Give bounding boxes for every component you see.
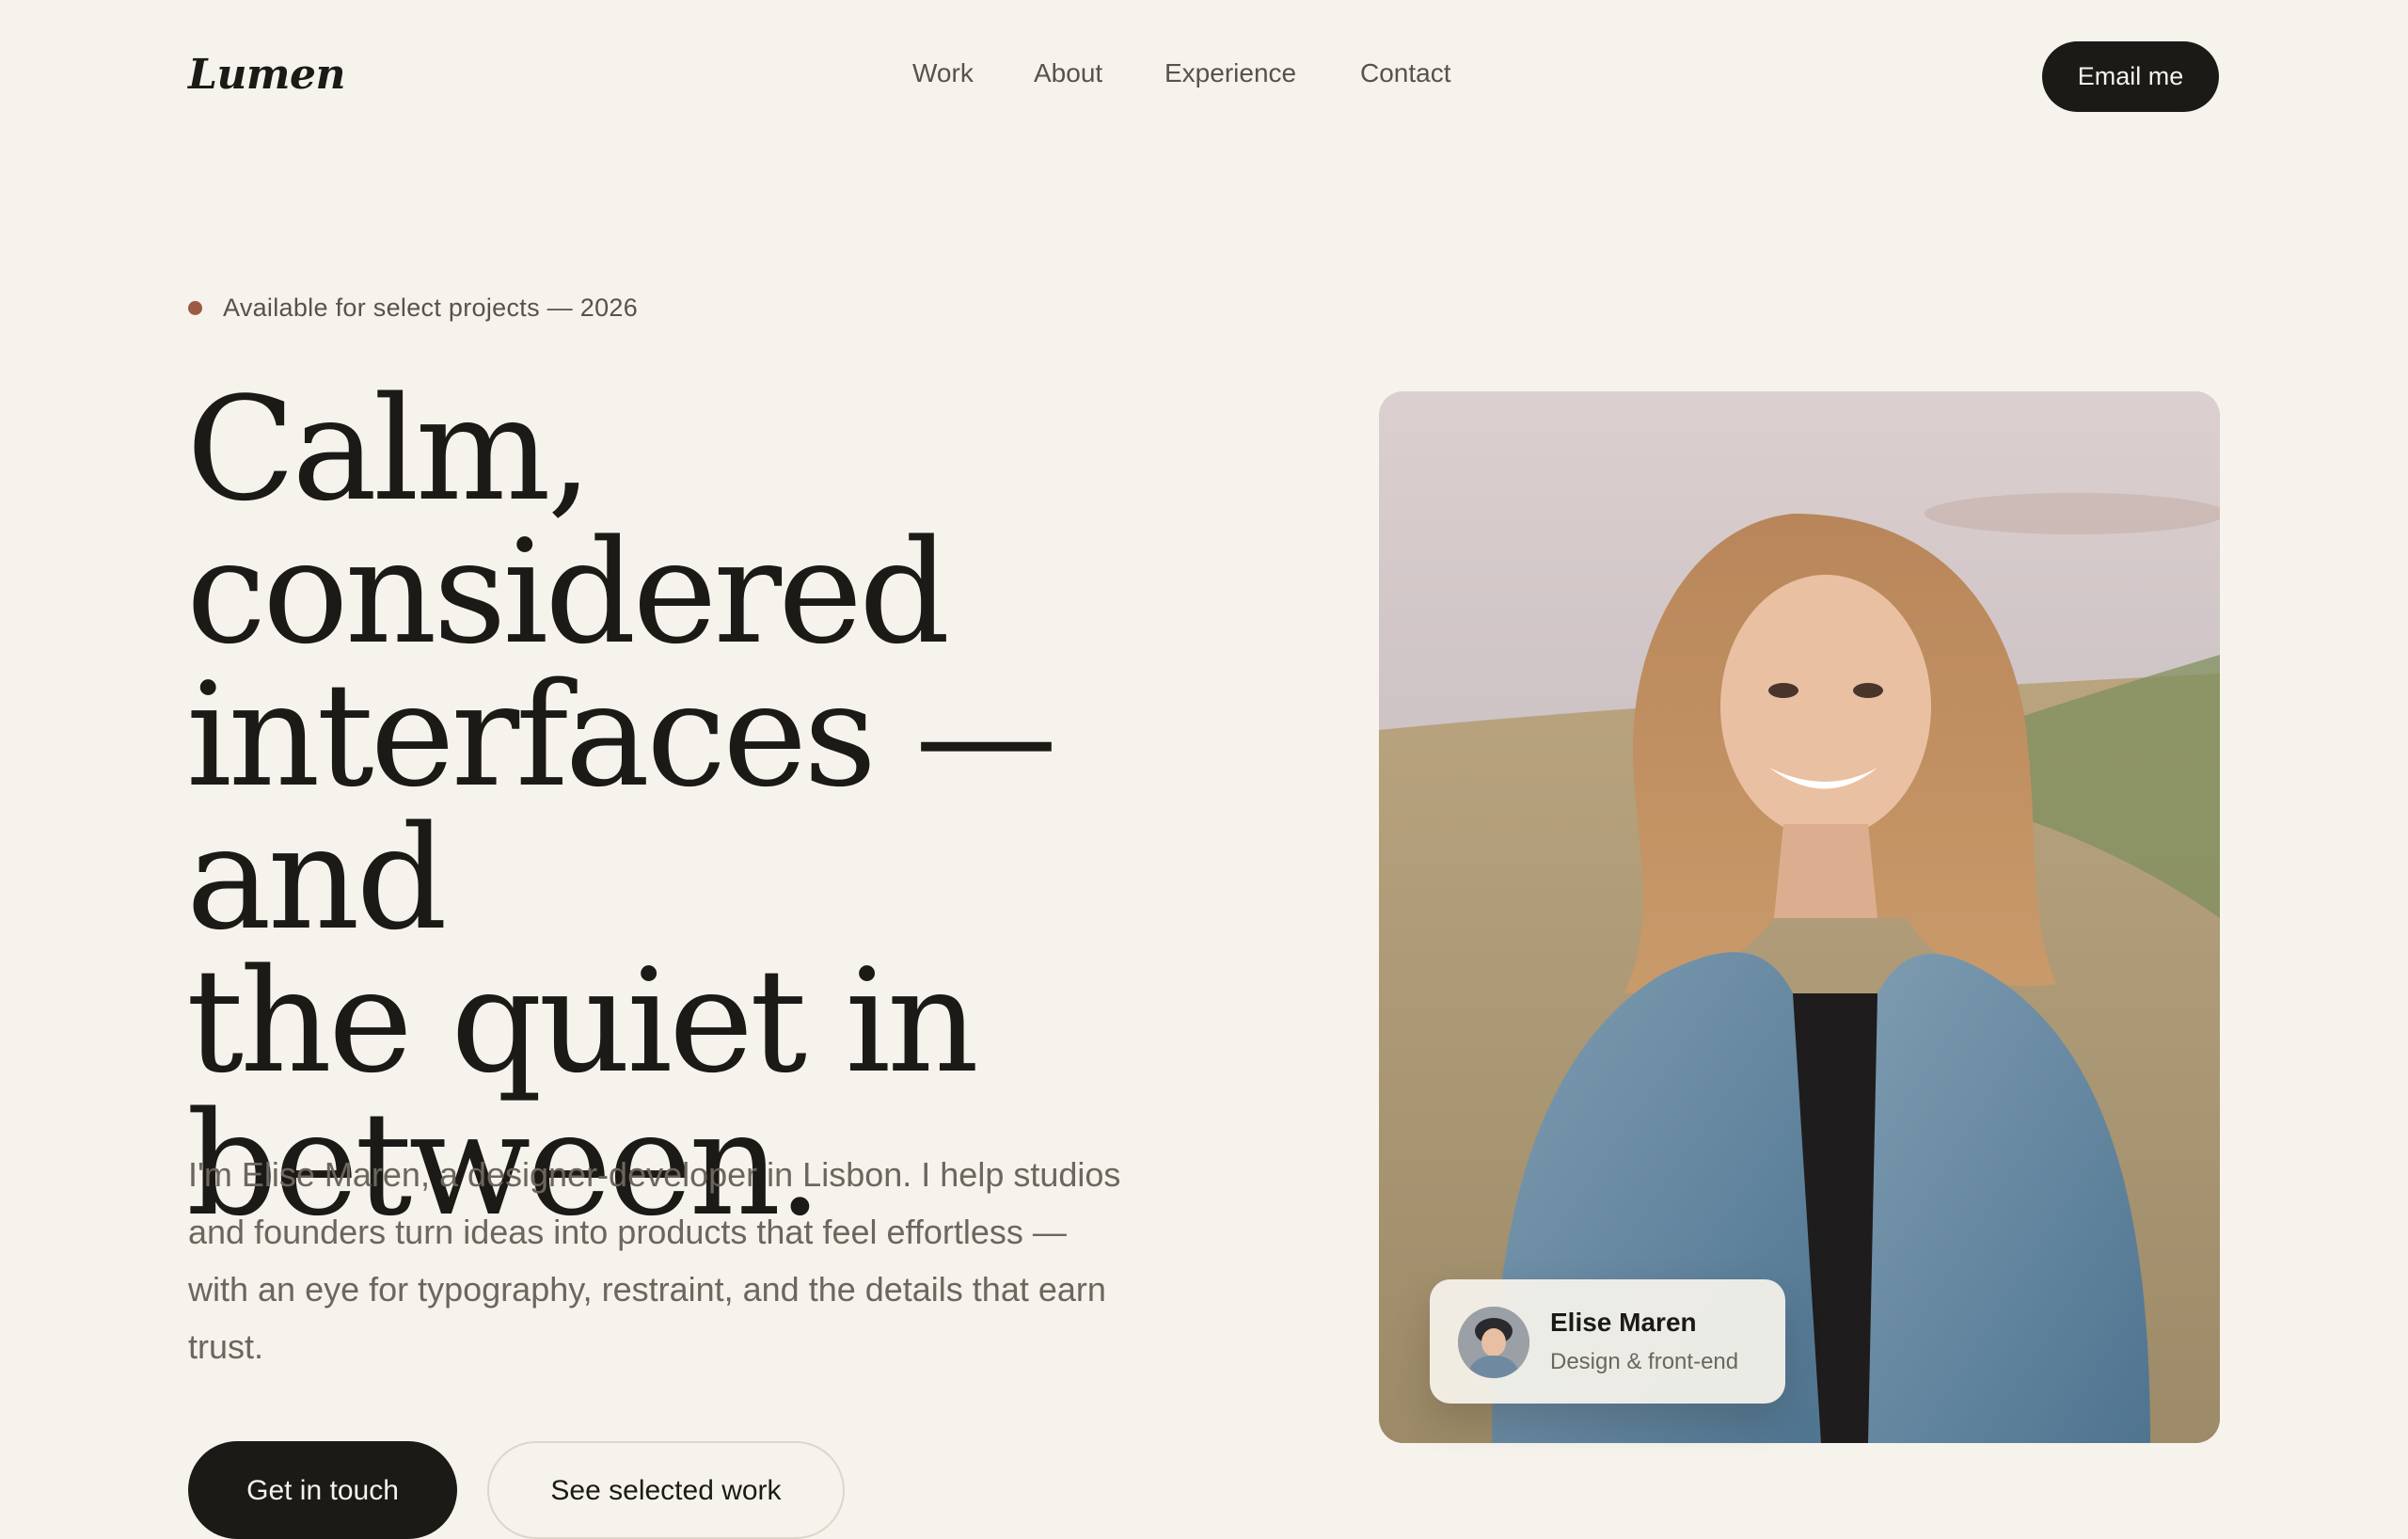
headline-line: Calm, <box>186 366 593 532</box>
nav-link-contact[interactable]: Contact <box>1360 58 1451 88</box>
nav-link-work[interactable]: Work <box>912 58 974 88</box>
see-selected-work-button[interactable]: See selected work <box>487 1441 845 1539</box>
email-me-button[interactable]: Email me <box>2042 41 2219 112</box>
hero-intro: I'm Elise Maren, a designer-developer in… <box>188 1155 1121 1366</box>
profile-card: Elise Maren Design & front-end <box>1430 1279 1785 1404</box>
profile-name: Elise Maren <box>1550 1308 1697 1337</box>
headline-line: interfaces — and <box>186 652 1057 961</box>
avatar <box>1458 1307 1529 1378</box>
headline-line: considered <box>186 509 950 675</box>
get-in-touch-button[interactable]: Get in touch <box>188 1441 457 1539</box>
avatar-image <box>1458 1307 1529 1378</box>
headline-line: the quiet in <box>186 938 979 1104</box>
status-dot <box>188 301 202 315</box>
nav-link-about[interactable]: About <box>1034 58 1102 88</box>
hero-headline: Calm, considered interfaces — and the qu… <box>186 378 1315 1236</box>
availability-badge: Available for select projects — 2026 <box>188 294 638 323</box>
availability-text: Available for select projects — 2026 <box>223 294 639 322</box>
nav-link-experience[interactable]: Experience <box>1164 58 1296 88</box>
profile-role: Design & front-end <box>1550 1349 1739 1374</box>
